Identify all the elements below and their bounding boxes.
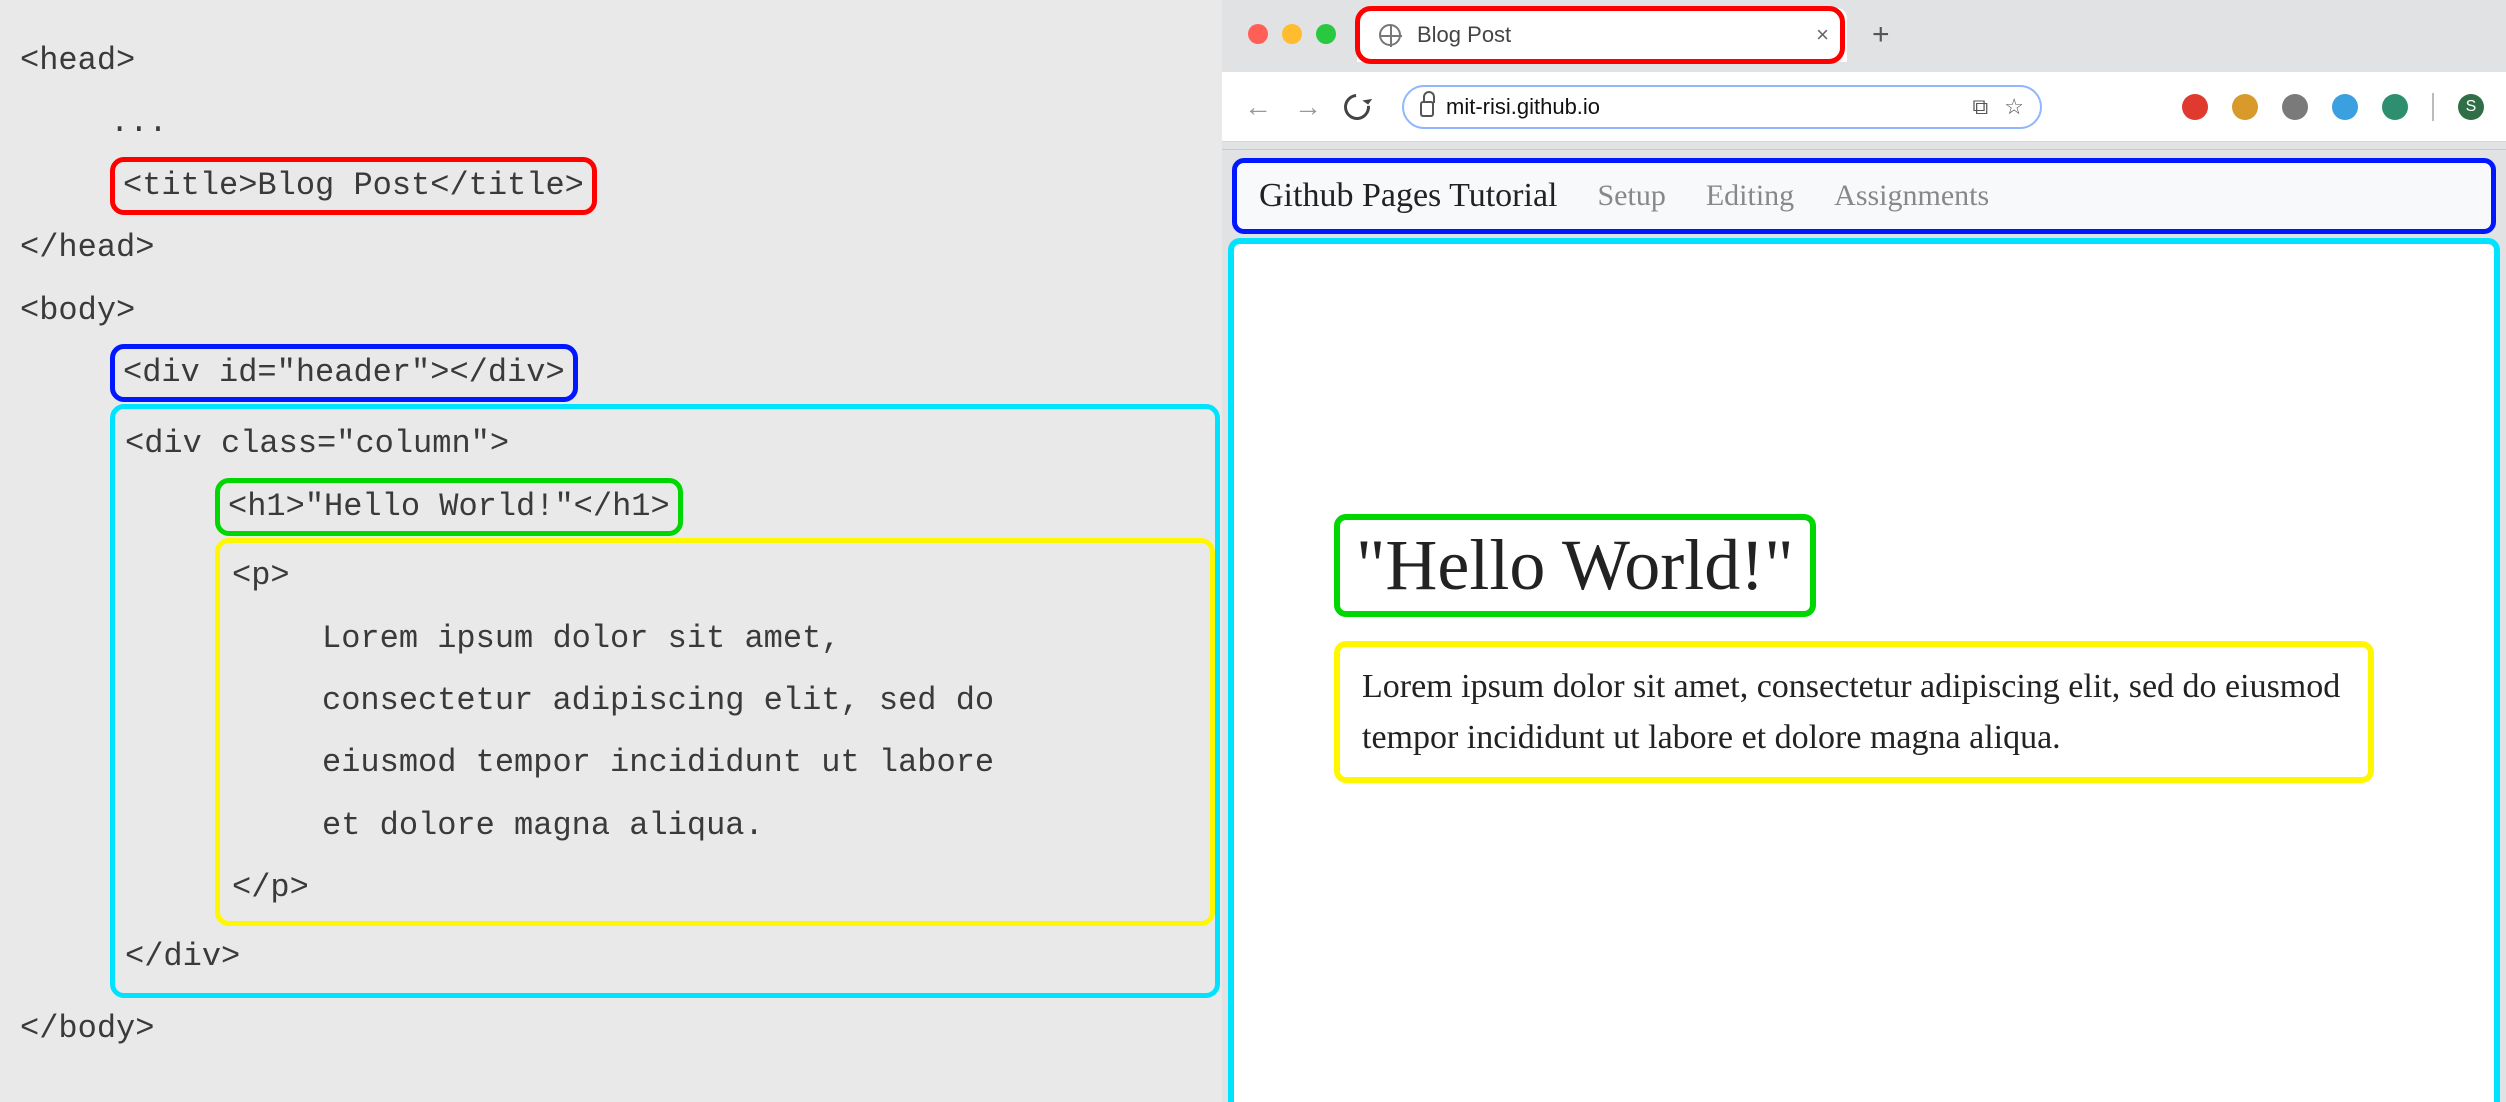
extension-icon[interactable] <box>2182 94 2208 120</box>
code-line: </div> <box>125 926 1205 988</box>
code-line: </p> <box>232 857 1198 919</box>
extension-icon[interactable] <box>2332 94 2358 120</box>
close-window-icon[interactable] <box>1248 24 1268 44</box>
page-paragraph: Lorem ipsum dolor sit amet, consectetur … <box>1362 661 2346 763</box>
window-controls[interactable] <box>1248 24 1336 44</box>
code-line: </head> <box>20 217 1202 279</box>
code-line: Lorem ipsum dolor sit amet, <box>232 608 1198 670</box>
code-line: <p> <box>232 545 1198 607</box>
paragraph-highlight: Lorem ipsum dolor sit amet, consectetur … <box>1334 641 2374 783</box>
star-icon[interactable]: ☆ <box>2004 94 2024 120</box>
extension-icons: S <box>2182 93 2484 121</box>
code-line: ... <box>20 92 1202 154</box>
site-brand[interactable]: Github Pages Tutorial <box>1259 177 1557 215</box>
browser-panel: Blog Post × + ← → mit-risi.github.io ⧉ ☆ <box>1222 0 2506 1102</box>
nav-link-editing[interactable]: Editing <box>1706 179 1794 213</box>
profile-avatar[interactable]: S <box>2458 94 2484 120</box>
highlight-title-tag: <title>Blog Post</title> <box>110 157 597 215</box>
tab-title: Blog Post <box>1417 22 1511 48</box>
highlight-header-div: <div id="header"></div> <box>110 344 578 402</box>
extension-icon[interactable] <box>2382 94 2408 120</box>
site-navbar: Github Pages Tutorial Setup Editing Assi… <box>1232 158 2496 234</box>
forward-button[interactable]: → <box>1294 91 1322 123</box>
new-tab-button[interactable]: + <box>1872 18 1890 52</box>
page-heading: "Hello World!" <box>1356 524 1794 607</box>
back-button[interactable]: ← <box>1244 91 1272 123</box>
page-content-highlight: "Hello World!" Lorem ipsum dolor sit ame… <box>1228 238 2500 1102</box>
code-line: et dolore magna aliqua. <box>232 795 1198 857</box>
maximize-window-icon[interactable] <box>1316 24 1336 44</box>
url-text: mit-risi.github.io <box>1446 94 1600 120</box>
lock-icon <box>1420 101 1434 117</box>
code-line: </body> <box>20 998 1202 1060</box>
code-line: eiusmod tempor incididunt ut labore <box>232 732 1198 794</box>
extension-icon[interactable] <box>2282 94 2308 120</box>
divider <box>2432 93 2434 121</box>
globe-icon <box>1379 24 1401 46</box>
device-icon[interactable]: ⧉ <box>1973 94 1989 120</box>
extension-icon[interactable] <box>2232 94 2258 120</box>
code-line: consectetur adipiscing elit, sed do <box>232 670 1198 732</box>
nav-link-setup[interactable]: Setup <box>1597 179 1665 213</box>
reload-icon[interactable] <box>1339 88 1376 125</box>
heading-highlight: "Hello World!" <box>1334 514 1816 617</box>
browser-toolbar: ← → mit-risi.github.io ⧉ ☆ <box>1222 72 2506 142</box>
highlight-p-tag: <p> Lorem ipsum dolor sit amet, consecte… <box>215 538 1215 926</box>
code-line: <head> <box>20 30 1202 92</box>
address-bar[interactable]: mit-risi.github.io ⧉ ☆ <box>1402 85 2042 129</box>
close-tab-icon[interactable]: × <box>1816 22 1829 48</box>
nav-link-assignments[interactable]: Assignments <box>1834 179 1989 213</box>
highlight-column-div: <div class="column"> <h1>"Hello World!"<… <box>110 404 1220 998</box>
minimize-window-icon[interactable] <box>1282 24 1302 44</box>
highlight-h1-tag: <h1>"Hello World!"</h1> <box>215 478 683 536</box>
code-panel: <head> ... <title>Blog Post</title> </he… <box>0 0 1222 1102</box>
browser-tab[interactable]: Blog Post × <box>1357 8 1847 62</box>
browser-chrome: Blog Post × + ← → mit-risi.github.io ⧉ ☆ <box>1222 0 2506 150</box>
code-line: <body> <box>20 280 1202 342</box>
code-line: <div class="column"> <box>125 413 1205 475</box>
